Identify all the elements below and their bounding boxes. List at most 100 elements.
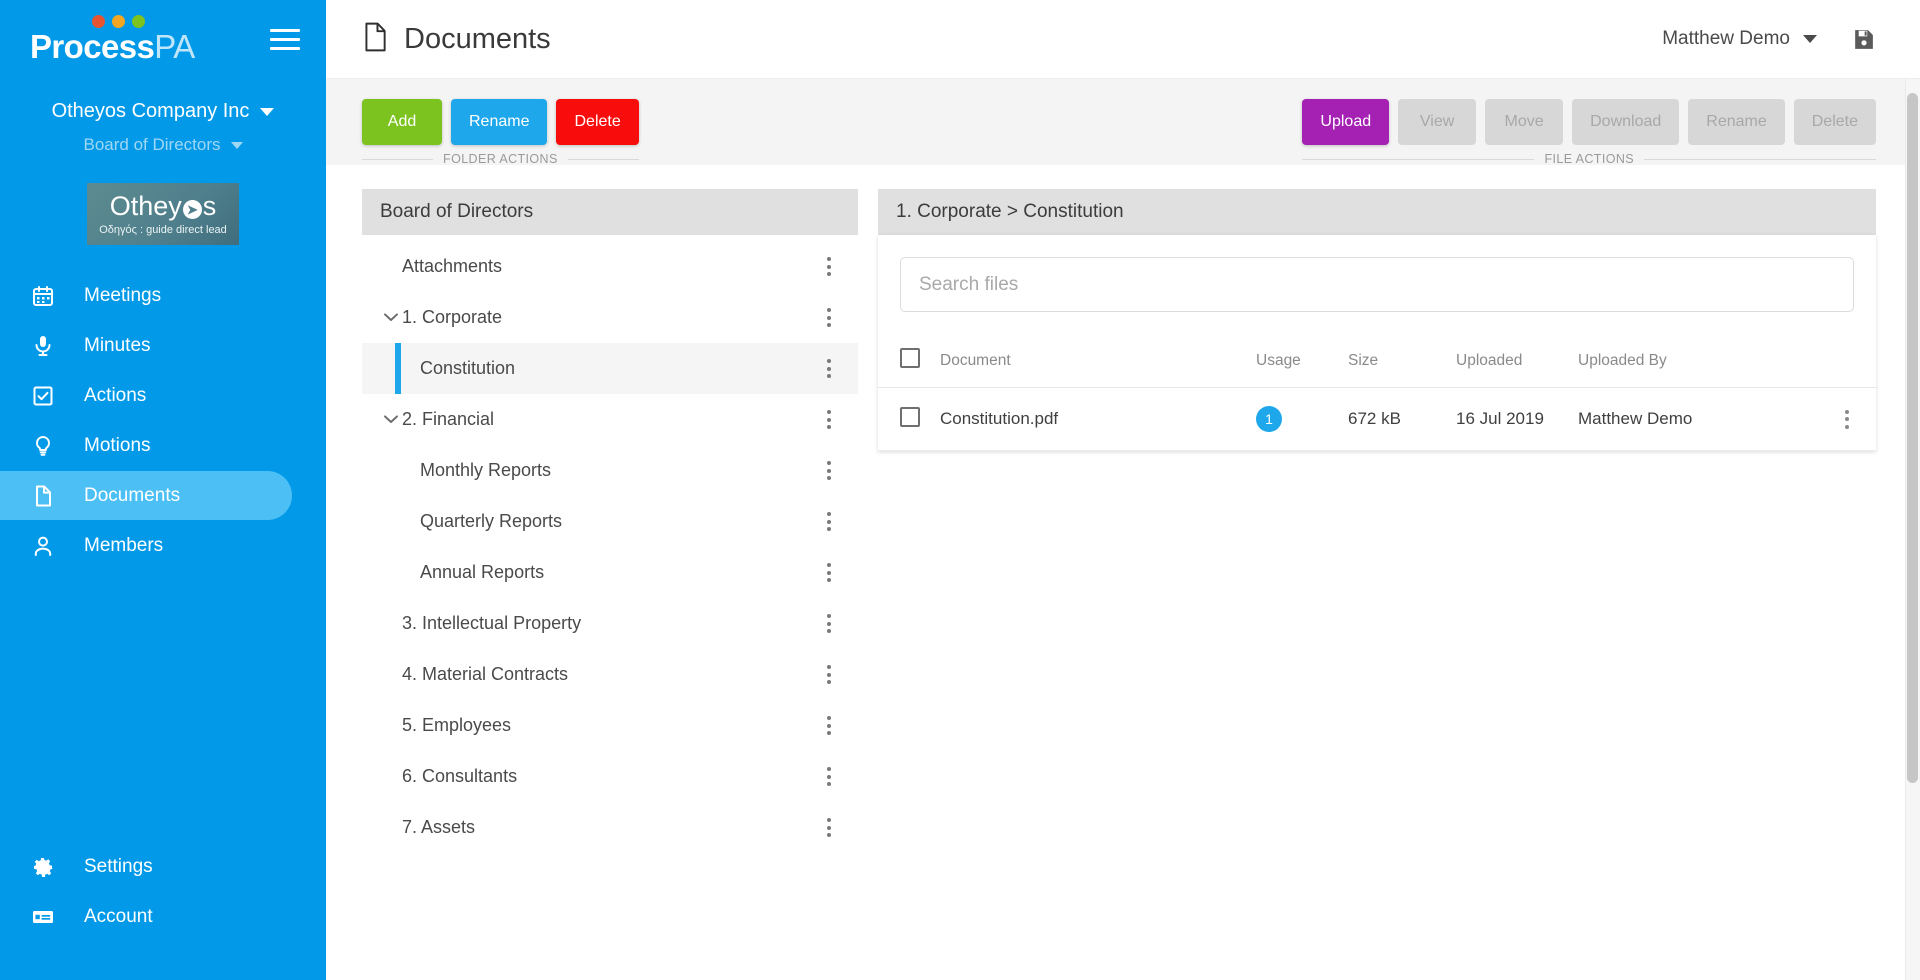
- chevron-down-icon: [260, 108, 274, 116]
- select-all-checkbox[interactable]: [900, 348, 920, 368]
- hamburger-icon[interactable]: [270, 29, 300, 50]
- tree-row[interactable]: Monthly Reports: [362, 445, 858, 496]
- sidebar-item-members[interactable]: Members: [0, 521, 326, 570]
- sidebar-item-label: Motions: [84, 435, 151, 457]
- tree-row-menu-icon[interactable]: [816, 359, 842, 378]
- column-header-uploaded-by: Uploaded By: [1578, 336, 1818, 388]
- row-select-cell: [878, 388, 940, 451]
- sidebar-item-label: Meetings: [84, 285, 161, 307]
- table-header-row: Document Usage Size Uploaded Uploaded By: [878, 336, 1876, 388]
- sidebar-item-meetings[interactable]: Meetings: [0, 271, 326, 320]
- tree-row[interactable]: 3. Intellectual Property: [362, 598, 858, 649]
- sidebar: ProcessPA Otheyos Company Inc Board of D…: [0, 0, 326, 980]
- delete-folder-button[interactable]: Delete: [556, 99, 638, 145]
- sidebar-item-account[interactable]: Account: [0, 892, 326, 941]
- folder-actions-caption-text: FOLDER ACTIONS: [443, 152, 558, 166]
- toolbar: Add Rename Delete FOLDER ACTIONS Upload …: [326, 79, 1920, 165]
- sidebar-item-label: Documents: [84, 485, 180, 507]
- view-file-button[interactable]: View: [1398, 99, 1476, 145]
- search-input[interactable]: [900, 257, 1854, 312]
- credit-card-icon: [30, 904, 56, 930]
- tree-row[interactable]: 5. Employees: [362, 700, 858, 751]
- folder-actions-buttons: Add Rename Delete: [362, 99, 639, 145]
- tree-row[interactable]: 2. Financial: [362, 394, 858, 445]
- tree-item-label: Attachments: [402, 256, 502, 277]
- sidebar-item-label: Minutes: [84, 335, 151, 357]
- cell-usage: 1: [1256, 388, 1348, 451]
- cell-uploaded: 16 Jul 2019: [1456, 388, 1578, 451]
- tree-row[interactable]: 1. Corporate: [362, 292, 858, 343]
- upload-file-button[interactable]: Upload: [1302, 99, 1389, 145]
- tree-row-menu-icon[interactable]: [816, 461, 842, 480]
- tree-row-menu-icon[interactable]: [816, 614, 842, 633]
- tree-item-label: 6. Consultants: [402, 766, 517, 787]
- tree-row[interactable]: 7. Assets: [362, 802, 858, 853]
- files-table: Document Usage Size Uploaded Uploaded By: [878, 336, 1876, 451]
- column-header-uploaded: Uploaded: [1456, 336, 1578, 388]
- tree-row[interactable]: 6. Consultants: [362, 751, 858, 802]
- lightbulb-icon: [30, 433, 56, 459]
- tree-row[interactable]: Quarterly Reports: [362, 496, 858, 547]
- tree-item-label: 3. Intellectual Property: [402, 613, 581, 634]
- rename-file-button[interactable]: Rename: [1688, 99, 1784, 145]
- vertical-scrollbar[interactable]: [1905, 79, 1920, 980]
- folder-actions-caption: FOLDER ACTIONS: [362, 152, 639, 166]
- tree-row-menu-icon[interactable]: [816, 257, 842, 276]
- tree-row[interactable]: 4. Material Contracts: [362, 649, 858, 700]
- tree-row-menu-icon[interactable]: [816, 410, 842, 429]
- sidebar-nav: Meetings Minutes Actions Motions: [0, 271, 326, 571]
- sidebar-item-documents[interactable]: Documents: [0, 471, 292, 520]
- tree-row-menu-icon[interactable]: [816, 563, 842, 582]
- table-row[interactable]: Constitution.pdf 1 672 kB 16 Jul 2019 Ma…: [878, 388, 1876, 451]
- sidebar-item-actions[interactable]: Actions: [0, 371, 326, 420]
- tree-row[interactable]: Annual Reports: [362, 547, 858, 598]
- scrollbar-thumb[interactable]: [1907, 93, 1918, 783]
- tree-row-menu-icon[interactable]: [816, 767, 842, 786]
- tree-item-label: 7. Assets: [402, 817, 475, 838]
- tree-row-menu-icon[interactable]: [816, 512, 842, 531]
- tree-row-menu-icon[interactable]: [816, 716, 842, 735]
- delete-file-button[interactable]: Delete: [1794, 99, 1876, 145]
- tree-item-label: Annual Reports: [420, 562, 544, 583]
- tree-row[interactable]: Attachments: [362, 241, 858, 292]
- chevron-down-icon: [231, 142, 243, 149]
- group-selector[interactable]: Board of Directors: [84, 135, 243, 155]
- chevron-down-icon[interactable]: [380, 313, 402, 322]
- save-button[interactable]: [1851, 27, 1876, 52]
- sidebar-item-motions[interactable]: Motions: [0, 421, 326, 470]
- org-selector[interactable]: Otheyos Company Inc: [52, 100, 275, 123]
- tree-item-label: 1. Corporate: [402, 307, 502, 328]
- file-actions-group: Upload View Move Download Rename Delete …: [1302, 99, 1876, 166]
- tree-row-selected[interactable]: Constitution: [362, 343, 858, 394]
- column-header-size: Size: [1348, 336, 1456, 388]
- folder-tree-body: Attachments 1. Corporate Constitution: [362, 235, 858, 980]
- sidebar-bottom-nav: Settings Account: [0, 842, 326, 980]
- tree-item-label: 4. Material Contracts: [402, 664, 568, 685]
- tree-row-menu-icon[interactable]: [816, 818, 842, 837]
- sidebar-item-label: Actions: [84, 385, 146, 407]
- folder-tree-panel: Board of Directors Attachments 1. Corpor…: [362, 189, 858, 980]
- tree-row-menu-icon[interactable]: [816, 308, 842, 327]
- cell-uploaded-by: Matthew Demo: [1578, 388, 1818, 451]
- move-file-button[interactable]: Move: [1485, 99, 1563, 145]
- document-icon: [362, 22, 388, 57]
- tree-row-menu-icon[interactable]: [816, 665, 842, 684]
- file-actions-caption: FILE ACTIONS: [1302, 152, 1876, 166]
- row-menu-icon[interactable]: [1818, 410, 1876, 429]
- page-title-text: Documents: [404, 23, 551, 56]
- tree-item-label: 5. Employees: [402, 715, 511, 736]
- processpa-logo[interactable]: ProcessPA: [30, 15, 195, 63]
- otheyos-promo-banner[interactable]: Othey➤s Οδηγός : guide direct lead: [87, 183, 239, 245]
- page-title: Documents: [362, 22, 551, 57]
- user-menu[interactable]: Matthew Demo: [1662, 28, 1817, 50]
- row-checkbox[interactable]: [900, 407, 920, 427]
- add-folder-button[interactable]: Add: [362, 99, 442, 145]
- sidebar-item-minutes[interactable]: Minutes: [0, 321, 326, 370]
- files-table-body: Constitution.pdf 1 672 kB 16 Jul 2019 Ma…: [878, 388, 1876, 451]
- download-file-button[interactable]: Download: [1572, 99, 1679, 145]
- sidebar-item-settings[interactable]: Settings: [0, 842, 326, 891]
- rename-folder-button[interactable]: Rename: [451, 99, 547, 145]
- arrow-circle-icon: ➤: [183, 200, 202, 219]
- chevron-down-icon[interactable]: [380, 415, 402, 424]
- folder-tree-header: Board of Directors: [362, 189, 858, 235]
